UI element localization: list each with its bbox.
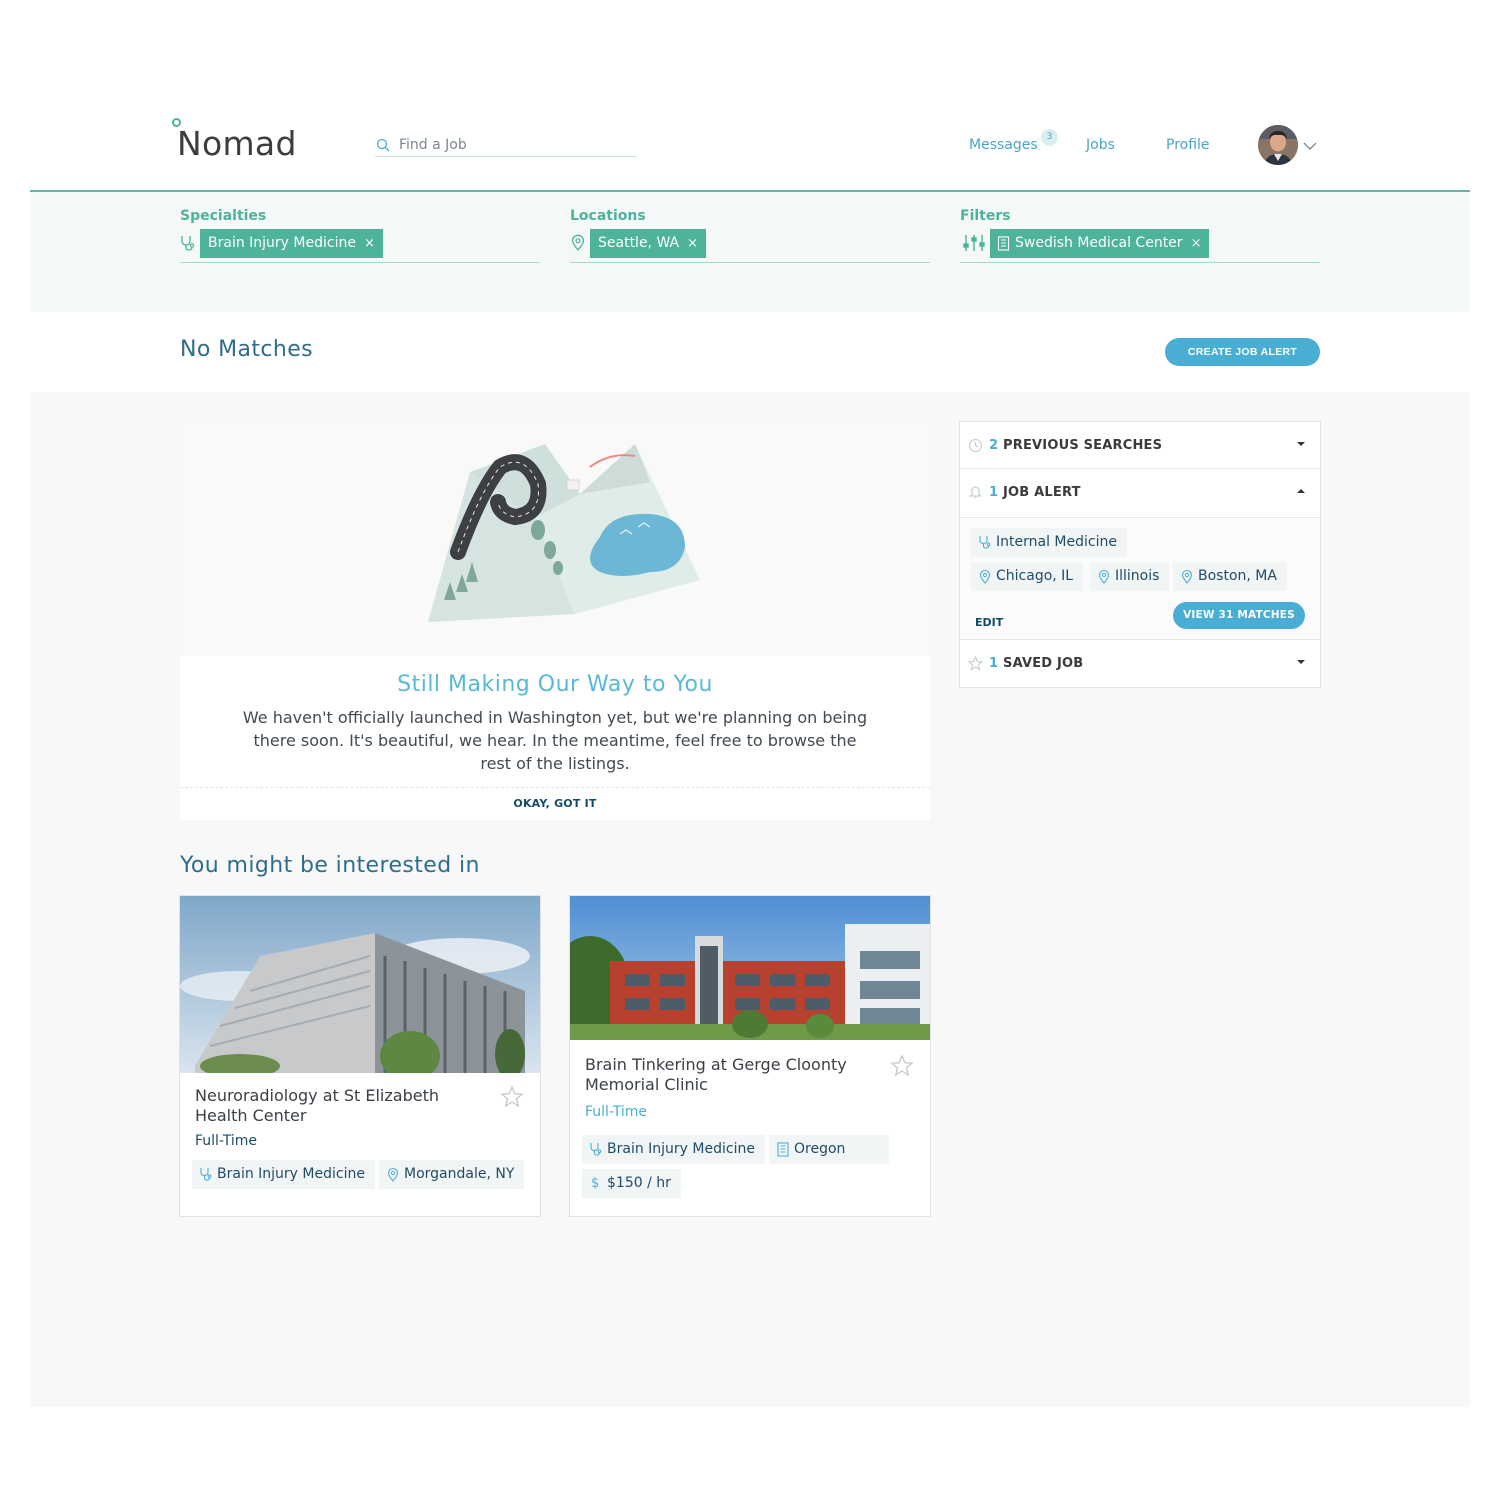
caret-up-icon — [1297, 489, 1305, 493]
remove-chip-icon[interactable]: × — [364, 236, 375, 251]
filters-label: Filters — [960, 208, 1011, 224]
history-icon — [968, 438, 983, 453]
alert-location-label: Chicago, IL — [996, 568, 1074, 584]
location-pin-icon — [571, 234, 585, 252]
alert-location-tag: Chicago, IL — [971, 562, 1084, 591]
job-card-location: Oregon — [794, 1141, 846, 1157]
nav-messages[interactable]: Messages — [969, 137, 1038, 153]
bell-icon — [968, 486, 983, 499]
stethoscope-icon — [590, 1143, 602, 1156]
job-card-location-tag: Morgandale, NY — [379, 1160, 525, 1189]
job-card-type: Full-Time — [195, 1133, 257, 1149]
view-matches-button[interactable]: VIEW 31 MATCHES — [1173, 602, 1305, 629]
alert-location-label: Boston, MA — [1198, 568, 1277, 584]
search-input[interactable] — [399, 135, 629, 155]
building-photo — [180, 896, 540, 1073]
saved-job-label: SAVED JOB — [1003, 656, 1084, 671]
job-search[interactable] — [375, 135, 637, 157]
alert-location-tag: Illinois — [1090, 562, 1170, 591]
alert-specialty-tag: Internal Medicine — [971, 528, 1127, 557]
notice-title: Still Making Our Way to You — [397, 672, 713, 697]
create-job-alert-button[interactable]: CREATE JOB ALERT — [1165, 338, 1320, 366]
locations-label: Locations — [570, 208, 646, 224]
suggestions-heading: You might be interested in — [180, 853, 480, 878]
chip-location-label: Seattle, WA — [598, 235, 680, 251]
caret-down-icon — [1297, 442, 1305, 446]
job-alert-label: JOB ALERT — [1003, 485, 1081, 500]
nav-profile[interactable]: Profile — [1166, 137, 1210, 153]
chip-facility[interactable]: Swedish Medical Center × — [990, 229, 1210, 258]
job-alert-count: 1 — [989, 485, 999, 500]
job-card-specialty-tag: Brain Injury Medicine — [192, 1160, 375, 1189]
building-icon — [997, 236, 1010, 251]
remove-chip-icon[interactable]: × — [1191, 236, 1202, 251]
job-card-type: Full-Time — [585, 1104, 647, 1120]
favorite-star-icon[interactable] — [890, 1054, 914, 1078]
building-photo — [570, 896, 930, 1040]
specialties-label: Specialties — [180, 208, 267, 224]
notice-divider — [180, 787, 930, 788]
stethoscope-icon — [200, 1168, 212, 1181]
saved-job-row[interactable]: 1 SAVED JOB — [960, 640, 1320, 687]
avatar[interactable] — [1258, 125, 1298, 165]
job-card[interactable]: Brain Tinkering at Gerge Cloonty Memoria… — [569, 895, 931, 1217]
chip-facility-label: Swedish Medical Center — [1015, 235, 1183, 251]
job-alert-row[interactable]: 1 JOB ALERT — [960, 469, 1320, 518]
job-card-pay: $150 / hr — [607, 1175, 671, 1191]
dismiss-notice-button[interactable]: OKAY, GOT IT — [180, 797, 930, 810]
previous-searches-row[interactable]: 2 PREVIOUS SEARCHES — [960, 422, 1320, 469]
saved-job-count: 1 — [989, 656, 999, 671]
folded-map-icon — [428, 444, 700, 622]
edit-alert-button[interactable]: EDIT — [975, 616, 1003, 629]
caret-down-icon — [1297, 660, 1305, 664]
stethoscope-icon — [979, 536, 991, 549]
search-icon — [376, 138, 390, 152]
sliders-icon[interactable] — [963, 234, 985, 252]
messages-badge: 3 — [1041, 129, 1058, 146]
job-card[interactable]: Neuroradiology at St Elizabeth Health Ce… — [179, 895, 541, 1217]
chevron-down-icon[interactable] — [1302, 140, 1318, 152]
previous-searches-count: 2 — [989, 438, 999, 453]
remove-chip-icon[interactable]: × — [687, 236, 698, 251]
job-card-image — [180, 896, 540, 1073]
locations-underline — [570, 262, 930, 263]
chip-specialty-label: Brain Injury Medicine — [208, 235, 356, 251]
stethoscope-icon — [181, 236, 195, 251]
sidebar-panel: 2 PREVIOUS SEARCHES 1 JOB ALERT Internal… — [959, 421, 1321, 688]
previous-searches-label: PREVIOUS SEARCHES — [1003, 438, 1163, 453]
job-card-specialty: Brain Injury Medicine — [607, 1141, 755, 1157]
logo[interactable]: Nomad — [177, 124, 297, 163]
job-card-specialty-tag: Brain Injury Medicine — [582, 1135, 765, 1164]
alert-location-tag: Boston, MA — [1173, 562, 1287, 591]
chip-location[interactable]: Seattle, WA × — [590, 229, 707, 258]
location-pin-icon — [387, 1167, 399, 1182]
location-pin-icon — [1181, 569, 1193, 584]
nav-jobs[interactable]: Jobs — [1086, 137, 1115, 153]
filters-underline — [960, 262, 1320, 263]
results-heading: No Matches — [180, 337, 314, 362]
notice-body: We haven't officially launched in Washin… — [242, 708, 868, 773]
job-card-title[interactable]: Neuroradiology at St Elizabeth Health Ce… — [195, 1086, 485, 1126]
job-card-title[interactable]: Brain Tinkering at Gerge Cloonty Memoria… — [585, 1055, 875, 1095]
job-card-location: Morgandale, NY — [404, 1166, 515, 1182]
alert-location-label: Illinois — [1115, 568, 1160, 584]
alert-specialty-label: Internal Medicine — [996, 534, 1117, 550]
building-icon — [777, 1142, 789, 1157]
location-pin-icon — [1098, 569, 1110, 584]
star-icon — [968, 656, 983, 671]
specialties-underline — [180, 262, 540, 263]
chip-specialty[interactable]: Brain Injury Medicine × — [200, 229, 383, 258]
favorite-star-icon[interactable] — [500, 1085, 524, 1109]
job-card-pay-tag: $ $150 / hr — [582, 1169, 681, 1198]
map-illustration — [180, 422, 930, 656]
job-card-specialty: Brain Injury Medicine — [217, 1166, 365, 1182]
location-pin-icon — [979, 569, 991, 584]
job-card-facility-tag: Oregon — [769, 1135, 889, 1164]
job-card-image — [570, 896, 930, 1040]
dollar-icon: $ — [591, 1176, 600, 1191]
avatar-image — [1258, 125, 1298, 165]
